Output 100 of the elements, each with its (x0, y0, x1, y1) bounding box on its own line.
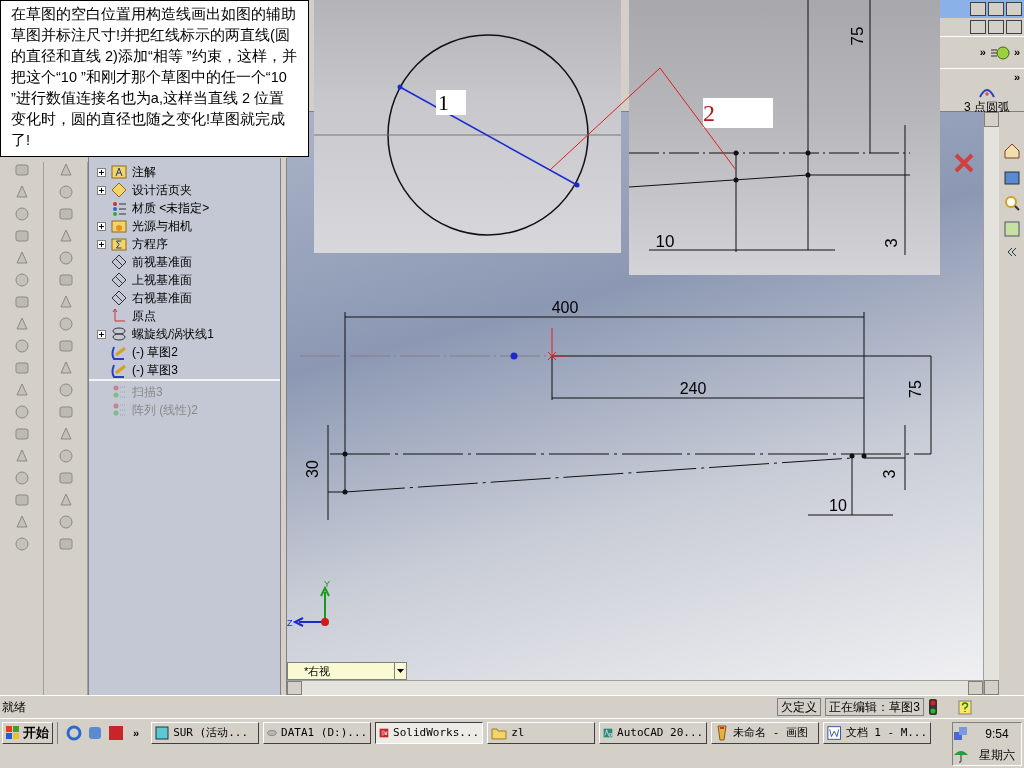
vertical-scrollbar[interactable] (983, 112, 999, 695)
tool-icon[interactable] (57, 338, 74, 354)
traffic-light-icon (928, 699, 938, 715)
tree-item[interactable]: 前视基准面 (97, 253, 280, 271)
tool-icon[interactable] (57, 360, 74, 376)
callout-label: 2 (703, 98, 773, 128)
tool-icon[interactable] (57, 382, 74, 398)
plane-icon (111, 272, 127, 288)
tool-icon[interactable] (13, 206, 30, 222)
taskbar-button[interactable]: SolidWorks... (375, 722, 484, 744)
tool-icon[interactable] (13, 448, 30, 464)
tree-item[interactable]: 原点 (97, 307, 280, 325)
tool-icon[interactable] (57, 272, 74, 288)
tool-icon[interactable] (57, 492, 74, 508)
clock-time: 9:54 (984, 725, 1010, 743)
taskbar-button[interactable]: 未命名 - 画图 (711, 722, 820, 744)
dropdown-arrow-icon (394, 663, 406, 679)
tool-icon[interactable] (13, 184, 30, 200)
origin-icon (111, 308, 127, 324)
tool-icon[interactable] (57, 448, 74, 464)
expand-icon[interactable] (97, 221, 106, 231)
clock-day: 星期六 (973, 745, 1021, 764)
home-icon[interactable] (1002, 142, 1021, 160)
start-button[interactable]: 开始 (2, 722, 53, 744)
tree-item[interactable]: 材质 <未指定> (97, 199, 280, 217)
tool-icon[interactable] (13, 470, 30, 486)
drive-icon (267, 728, 278, 738)
palette-icon[interactable] (1002, 220, 1021, 238)
status-field: 正在编辑：草图3 (825, 698, 924, 716)
tool-icon[interactable] (13, 228, 30, 244)
tree-item[interactable]: (-) 草图3 (97, 361, 280, 379)
tool-icon[interactable] (13, 360, 30, 376)
panel-splitter[interactable] (280, 158, 287, 695)
taskbar-button[interactable]: AutoCAD 20... (599, 722, 708, 744)
taskbar-button[interactable]: zl (487, 722, 596, 744)
tool-icon[interactable] (57, 316, 74, 332)
status-field: 欠定义 (777, 698, 822, 716)
tool-icon[interactable] (13, 338, 30, 354)
sketch-icon (111, 344, 127, 360)
tree-item[interactable]: 螺旋线/涡状线1 (97, 325, 280, 343)
tree-item[interactable]: 方程序 (97, 235, 280, 253)
window-icon (155, 726, 170, 740)
tool-icon[interactable] (57, 404, 74, 420)
helix-icon (111, 326, 127, 342)
more-button[interactable]: » (129, 724, 144, 742)
equations-icon (111, 236, 127, 252)
status-message: 就绪 (2, 699, 27, 716)
tool-icon[interactable] (13, 492, 30, 508)
tool-icon[interactable] (13, 294, 30, 310)
browser-icon[interactable] (66, 725, 82, 741)
tool-icon[interactable] (57, 426, 74, 442)
tree-item[interactable]: 注解 (97, 163, 280, 181)
sketch-icon (111, 362, 127, 378)
tree-item[interactable]: 设计活页夹 (97, 181, 280, 199)
library-icon[interactable] (1002, 168, 1021, 186)
tool-icon[interactable] (57, 470, 74, 486)
tool-icon[interactable] (57, 184, 74, 200)
tool-icon[interactable] (13, 162, 30, 178)
tree-item[interactable]: 上视基准面 (97, 271, 280, 289)
expand-icon[interactable] (97, 167, 106, 177)
tool-icon[interactable] (57, 536, 74, 552)
tree-item[interactable]: (-) 草图2 (97, 343, 280, 361)
tool-icon[interactable] (13, 514, 30, 530)
view-dropdown[interactable]: *右视 (287, 662, 407, 680)
tool-icon[interactable] (13, 404, 30, 420)
taskbar-button[interactable]: SUR (活动... (151, 722, 260, 744)
tool-icon[interactable] (13, 536, 30, 552)
expand-icon[interactable] (97, 329, 106, 339)
tool-icon[interactable] (13, 316, 30, 332)
toolbar-chevron[interactable]: » (979, 44, 986, 61)
lights-icon (111, 218, 127, 234)
paint-icon (715, 725, 730, 741)
windows-logo-icon (6, 726, 20, 740)
app-icon[interactable] (87, 725, 103, 741)
taskbar-button[interactable]: DATA1 (D:)... (263, 722, 372, 744)
horizontal-scrollbar[interactable] (287, 680, 983, 695)
tool-icon[interactable] (13, 382, 30, 398)
cross-icon[interactable] (953, 152, 975, 174)
toolbar-icon[interactable] (989, 44, 1010, 61)
tool-icon[interactable] (57, 206, 74, 222)
collapse-icon[interactable] (1005, 246, 1018, 258)
toolbar-chevron[interactable]: » (1013, 44, 1020, 61)
tool-icon[interactable] (57, 294, 74, 310)
search-icon[interactable] (1002, 194, 1021, 212)
expand-icon[interactable] (97, 185, 106, 195)
toolbar-chevron[interactable]: » (1013, 69, 1020, 86)
tool-icon[interactable] (57, 514, 74, 530)
tree-item[interactable]: 右视基准面 (97, 289, 280, 307)
feature-icon (111, 402, 127, 418)
tool-icon[interactable] (57, 162, 74, 178)
taskbar-button[interactable]: 文档 1 - M... (823, 722, 932, 744)
expand-icon[interactable] (97, 239, 106, 249)
app-logo-icon[interactable] (108, 725, 124, 741)
tool-icon[interactable] (57, 250, 74, 266)
tool-icon[interactable] (13, 426, 30, 442)
tool-icon[interactable] (13, 250, 30, 266)
tree-item[interactable]: 光源与相机 (97, 217, 280, 235)
tool-icon[interactable] (57, 228, 74, 244)
help-icon[interactable] (958, 699, 972, 715)
tool-icon[interactable] (13, 272, 30, 288)
